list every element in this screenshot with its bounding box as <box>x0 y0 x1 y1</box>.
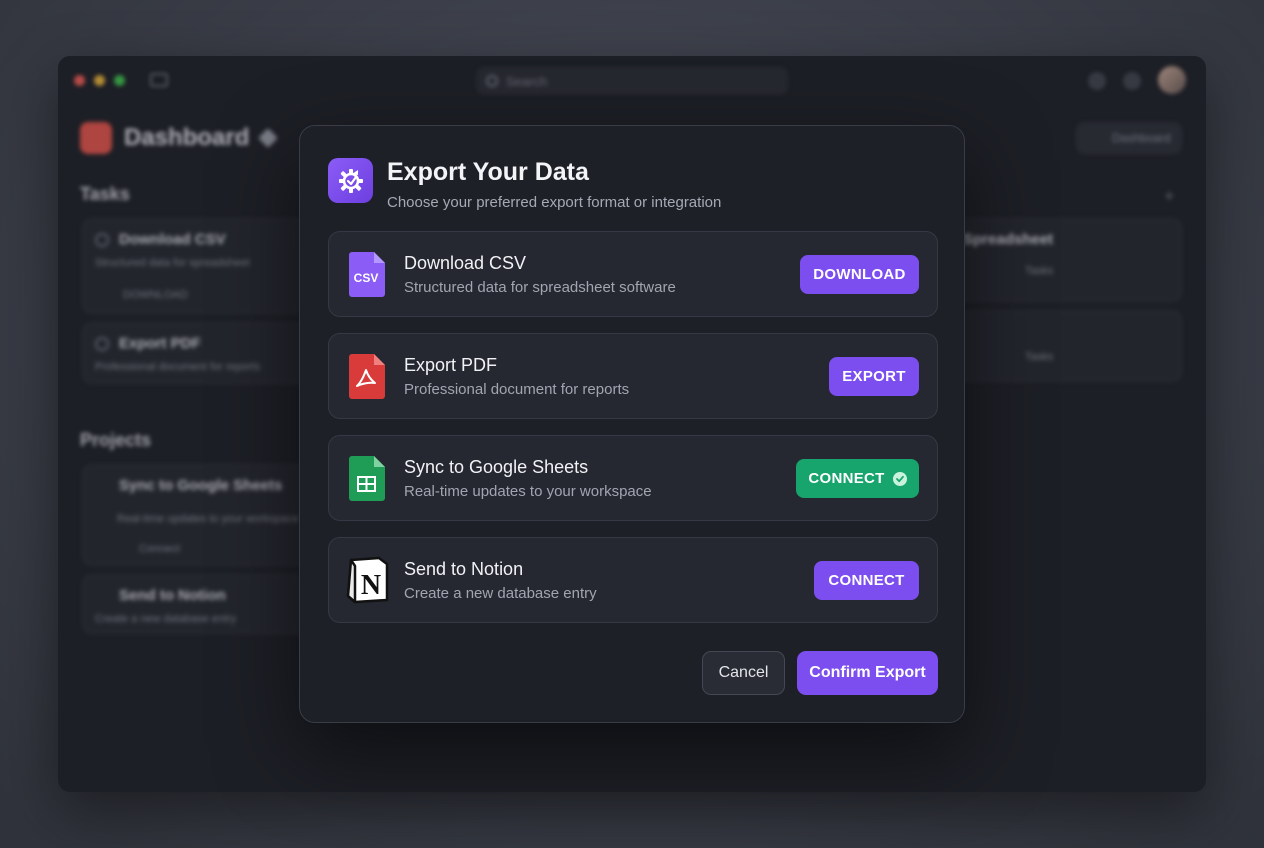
option-title: Send to Notion <box>404 559 524 579</box>
csv-file-icon: CSV <box>347 250 389 298</box>
task-title: Export PDF <box>119 335 201 352</box>
right-card-meta: Tasks <box>1025 265 1054 277</box>
option-export-pdf[interactable]: Export PDF Professional document for rep… <box>328 333 938 419</box>
right-card[interactable]: Spreadsheet Tasks <box>958 218 1182 302</box>
cancel-button[interactable]: Cancel <box>702 651 785 695</box>
notion-icon: N <box>345 556 391 604</box>
settings-icon[interactable] <box>1088 72 1106 90</box>
option-notion[interactable]: N Send to Notion Create a new database e… <box>328 537 938 623</box>
task-desc: Structured data for spreadsheet <box>95 257 250 269</box>
add-icon[interactable]: + <box>1164 186 1175 207</box>
download-button[interactable]: DOWNLOAD <box>800 255 919 294</box>
export-button[interactable]: EXPORT <box>829 357 919 396</box>
header-pill[interactable]: Dashboard <box>1076 122 1182 154</box>
search-input[interactable]: Search <box>476 67 788 95</box>
option-desc: Real-time updates to your workspace <box>404 483 652 500</box>
page-title: Dashboard <box>80 122 279 154</box>
task-checkbox[interactable] <box>95 337 109 351</box>
project-card[interactable]: Send to Notion Create a new database ent… <box>82 574 312 634</box>
check-circle-icon <box>892 471 907 486</box>
right-card-meta: Tasks <box>1025 351 1054 363</box>
projects-heading: Projects <box>80 430 152 450</box>
window-titlebar: Search <box>58 56 1206 106</box>
modal-header: Export Your Data Choose your preferred e… <box>328 158 721 211</box>
bell-icon[interactable] <box>1123 72 1141 90</box>
close-window-button[interactable] <box>74 75 85 86</box>
dashboard-logo-icon <box>80 122 112 154</box>
connect-notion-button[interactable]: CONNECT <box>814 561 919 600</box>
confirm-export-button[interactable]: Confirm Export <box>797 651 938 695</box>
tasks-heading: Tasks <box>80 184 130 204</box>
edit-icon[interactable] <box>258 128 279 148</box>
svg-text:CSV: CSV <box>354 271 379 285</box>
project-desc: Real-time updates to your workspace <box>117 513 299 525</box>
minimize-window-button[interactable] <box>94 75 105 86</box>
option-desc: Professional document for reports <box>404 381 630 398</box>
dashboard-title: Dashboard <box>124 124 250 151</box>
project-title: Send to Notion <box>119 587 226 604</box>
sidebar-toggle-icon[interactable] <box>150 73 168 87</box>
task-meta: DOWNLOAD <box>123 289 188 301</box>
option-download-csv[interactable]: CSV Download CSV Structured data for spr… <box>328 231 938 317</box>
connect-google-sheets-button[interactable]: CONNECT <box>796 459 919 498</box>
task-title: Download CSV <box>119 231 226 248</box>
project-title: Sync to Google Sheets <box>119 477 283 494</box>
pdf-file-icon <box>347 352 389 400</box>
project-card[interactable]: Sync to Google Sheets Real-time updates … <box>82 464 312 566</box>
option-title: Sync to Google Sheets <box>404 457 589 477</box>
task-checkbox[interactable] <box>95 233 109 247</box>
avatar[interactable] <box>1158 66 1186 94</box>
search-placeholder: Search <box>506 73 548 89</box>
project-meta: Connect <box>139 543 180 555</box>
google-sheets-icon <box>347 454 389 502</box>
maximize-window-button[interactable] <box>114 75 125 86</box>
task-desc: Professional document for reports <box>95 361 261 373</box>
search-icon <box>486 75 498 87</box>
option-title: Download CSV <box>404 253 527 273</box>
header-pill-label: Dashboard <box>1112 131 1171 145</box>
modal-title: Export Your Data <box>387 158 589 186</box>
modal-subtitle: Choose your preferred export format or i… <box>387 194 722 211</box>
svg-text:N: N <box>361 570 381 601</box>
option-title: Export PDF <box>404 355 498 375</box>
task-card[interactable]: Export PDF Professional document for rep… <box>82 322 312 384</box>
option-google-sheets[interactable]: Sync to Google Sheets Real-time updates … <box>328 435 938 521</box>
export-gear-icon <box>328 158 373 203</box>
task-card[interactable]: Download CSV Structured data for spreads… <box>82 218 312 314</box>
right-card[interactable]: Tasks <box>958 310 1182 382</box>
right-card-title: Spreadsheet <box>963 231 1054 248</box>
project-desc: Create a new database entry <box>95 613 237 625</box>
option-desc: Create a new database entry <box>404 585 597 602</box>
connect-label: CONNECT <box>808 470 885 487</box>
export-modal: Export Your Data Choose your preferred e… <box>299 125 965 723</box>
option-desc: Structured data for spreadsheet software <box>404 279 676 296</box>
